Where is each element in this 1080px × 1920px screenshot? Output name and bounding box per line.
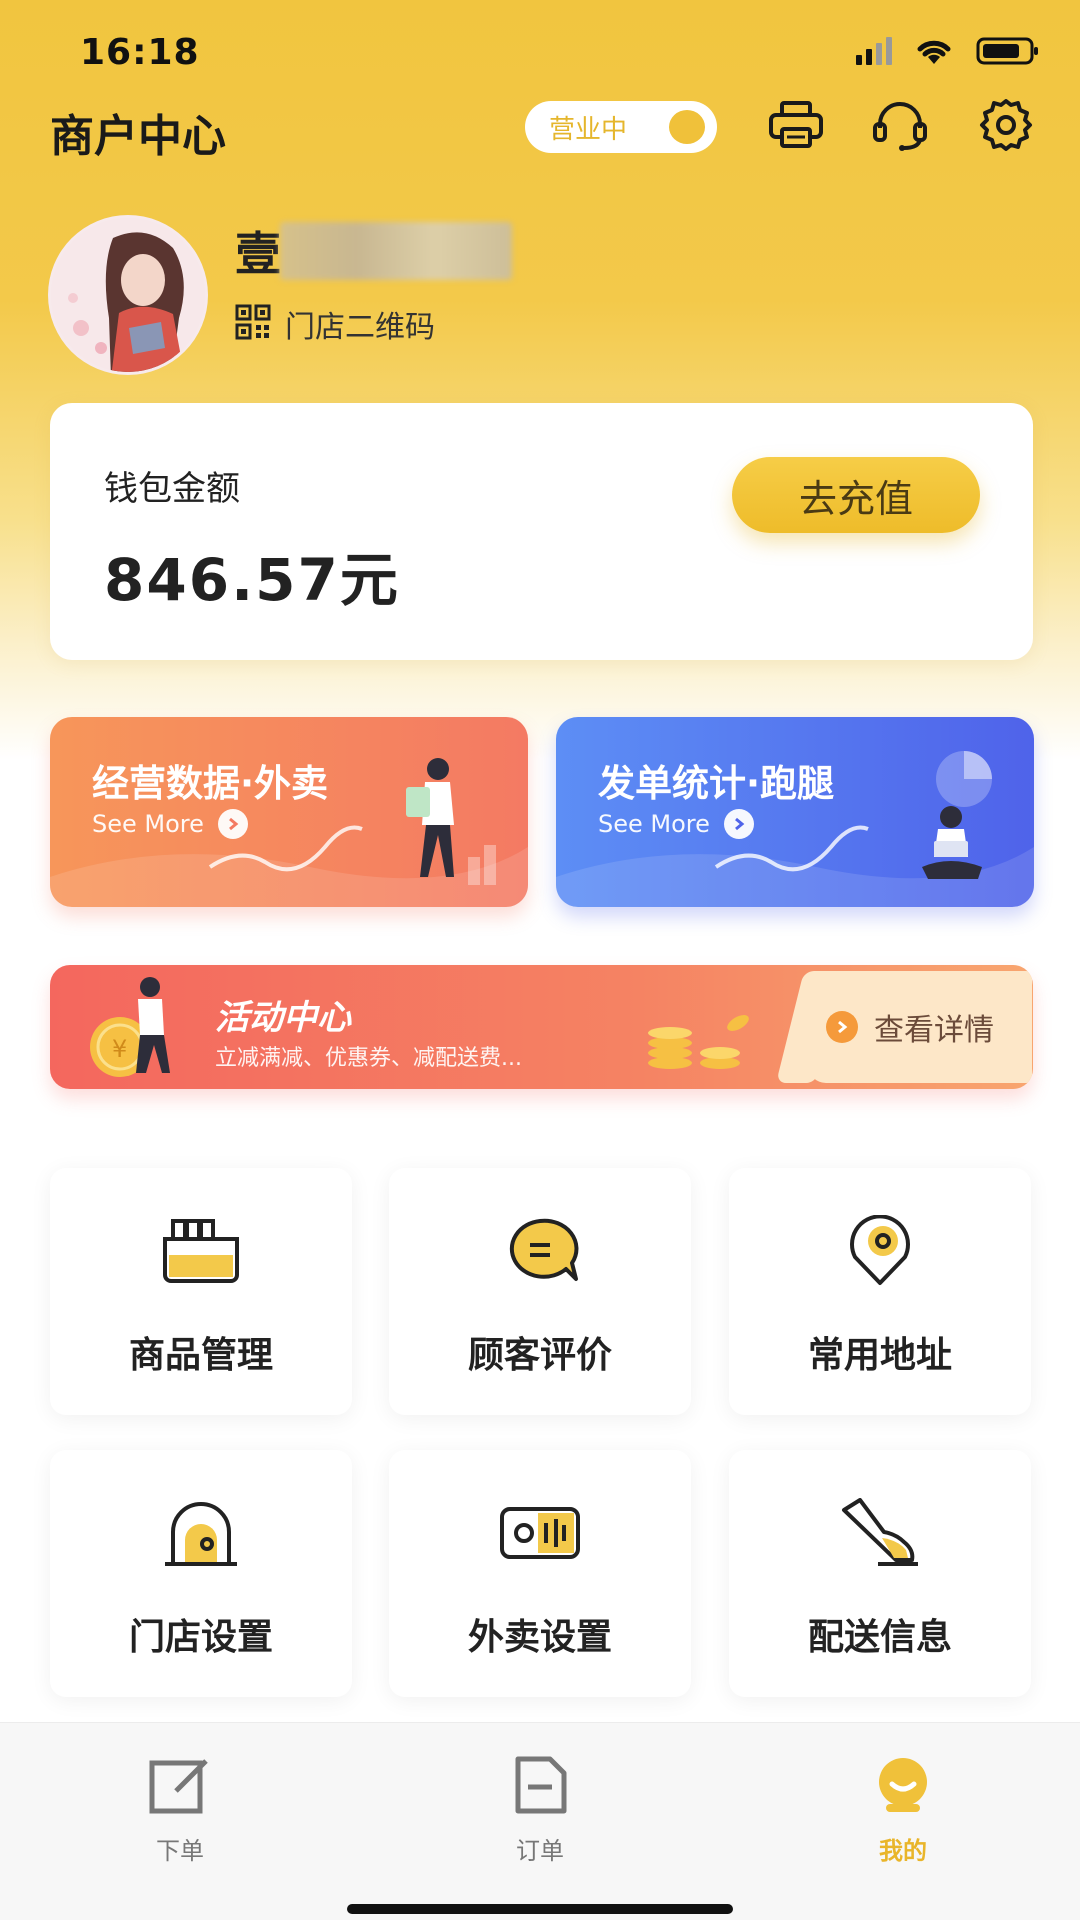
business-data-banner[interactable]: 经营数据·外卖 See More	[50, 717, 528, 907]
svg-text:¥: ¥	[112, 1035, 127, 1063]
see-more-label: See More	[92, 810, 204, 838]
arrow-right-icon	[723, 809, 754, 839]
order-icon	[470, 1753, 610, 1817]
goods-management-card[interactable]: 商品管理	[50, 1168, 352, 1415]
delivery-info-card[interactable]: 配送信息	[729, 1450, 1031, 1697]
view-details-label: 查看详情	[874, 1013, 994, 1048]
grid-label: 配送信息	[807, 1617, 952, 1658]
store-qr-code-link[interactable]: 门店二维码	[235, 302, 435, 346]
recharge-button[interactable]: 去充值	[732, 457, 980, 533]
shoe-icon	[729, 1488, 1031, 1578]
wifi-icon	[914, 36, 954, 66]
store-icon	[50, 1488, 352, 1578]
order-stats-banner[interactable]: 发单统计·跑腿 See More	[556, 717, 1034, 907]
order-stats-title: 发单统计·跑腿	[598, 762, 835, 805]
avatar[interactable]	[48, 215, 208, 375]
settings-icon[interactable]	[976, 95, 1036, 155]
activity-center-banner[interactable]: ¥ 活动中心 立减满减、优惠券、减配送费... 查看详情	[50, 965, 1033, 1089]
wallet-card: 钱包金额 846.57元 去充值	[50, 403, 1033, 660]
qr-code-icon	[235, 304, 271, 344]
nav-label: 我的	[879, 1837, 927, 1865]
business-data-title: 经营数据·外卖	[92, 762, 329, 805]
grid-label: 商品管理	[128, 1335, 273, 1376]
wallet-label: 钱包金额	[104, 469, 240, 509]
activity-title: 活动中心	[215, 998, 351, 1038]
nav-label: 下单	[156, 1837, 204, 1865]
home-indicator[interactable]	[347, 1904, 733, 1914]
header: 商户中心 营业中	[0, 95, 1080, 165]
nav-label: 订单	[516, 1837, 564, 1865]
arrow-right-icon	[217, 809, 248, 839]
battery-icon	[976, 36, 1040, 66]
customer-reviews-card[interactable]: 顾客评价	[389, 1168, 691, 1415]
store-settings-card[interactable]: 门店设置	[50, 1450, 352, 1697]
common-address-card[interactable]: 常用地址	[729, 1168, 1031, 1415]
goods-icon	[50, 1206, 352, 1296]
printer-icon[interactable]	[766, 95, 826, 155]
nav-item-place-order[interactable]: 下单	[110, 1753, 250, 1866]
grid-label: 常用地址	[807, 1335, 952, 1376]
business-status-label: 营业中	[549, 114, 628, 145]
delivery-settings-icon	[389, 1488, 691, 1578]
store-name: 壹	[235, 227, 281, 281]
grid-label: 外卖设置	[467, 1617, 612, 1658]
nav-item-orders[interactable]: 订单	[470, 1753, 610, 1866]
see-more-label: See More	[598, 810, 710, 838]
status-time: 16:18	[80, 32, 200, 73]
grid-label: 顾客评价	[467, 1335, 612, 1376]
profile-icon	[833, 1753, 973, 1817]
location-icon	[729, 1206, 1031, 1296]
toggle-knob	[669, 110, 705, 144]
business-status-toggle[interactable]: 营业中	[525, 101, 717, 153]
headset-icon[interactable]	[870, 95, 930, 155]
bottom-navigation: 下单 订单 我的	[0, 1722, 1080, 1920]
comment-icon	[389, 1206, 691, 1296]
grid-label: 门店设置	[128, 1617, 273, 1658]
delivery-settings-card[interactable]: 外卖设置	[389, 1450, 691, 1697]
store-name-redaction	[280, 222, 512, 280]
activity-subtitle: 立减满减、优惠券、减配送费...	[215, 1046, 522, 1071]
qr-label: 门店二维码	[285, 310, 435, 345]
wallet-amount: 846.57元	[104, 546, 400, 614]
cellular-signal-icon	[856, 37, 892, 65]
edit-icon	[110, 1753, 250, 1817]
page-title: 商户中心	[50, 111, 226, 162]
nav-item-mine[interactable]: 我的	[833, 1753, 973, 1866]
status-bar: 16:18	[0, 0, 1080, 100]
view-details-button[interactable]: 查看详情	[808, 971, 1032, 1083]
arrow-right-icon	[826, 1011, 858, 1043]
